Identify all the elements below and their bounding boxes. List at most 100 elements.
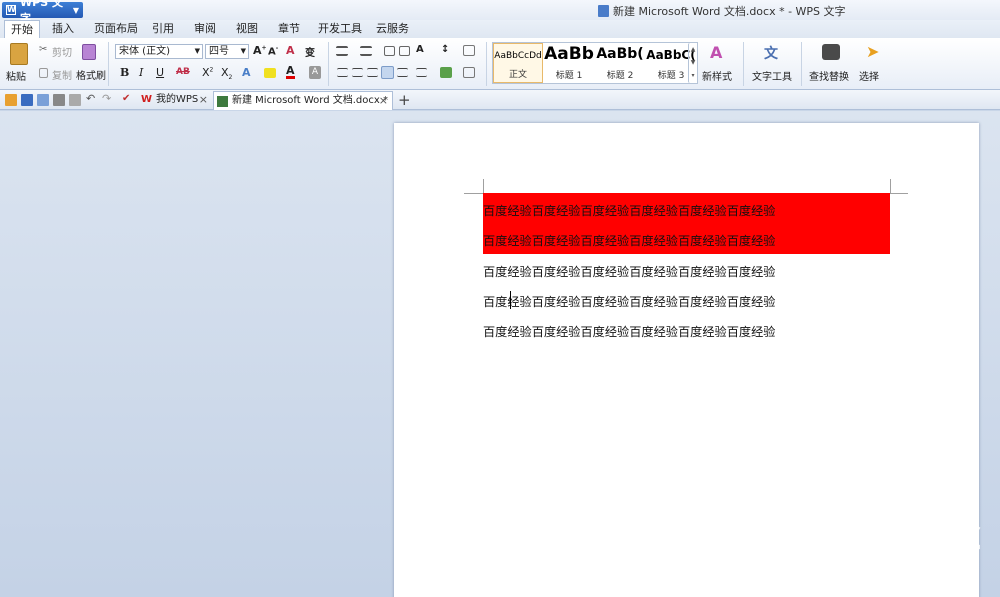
tab-review[interactable]: 审阅 bbox=[188, 20, 222, 38]
quick-access-bar: ↶ ↷ ✔ W 我的WPS × 新建 Microsoft Word 文档.doc… bbox=[0, 90, 1000, 110]
text-cursor bbox=[510, 291, 511, 309]
tab-cloud[interactable]: 云服务 bbox=[370, 20, 415, 38]
format-painter-button[interactable]: 格式刷 bbox=[76, 67, 106, 82]
style-sample: AaBb( bbox=[596, 46, 644, 62]
font-name-value: 宋体 (正文) bbox=[119, 46, 170, 57]
phonetic-icon[interactable]: 变 bbox=[305, 44, 315, 59]
paragraph-line-3[interactable]: 百度经验百度经验百度经验百度经验百度经验百度经验 bbox=[483, 262, 776, 280]
tab-my-wps[interactable]: W 我的WPS × bbox=[138, 91, 212, 110]
new-style-button[interactable]: 新样式 bbox=[702, 68, 732, 83]
close-icon[interactable]: × bbox=[199, 91, 208, 109]
strikethrough-icon[interactable]: AB bbox=[176, 67, 190, 77]
format-painter-icon[interactable] bbox=[82, 44, 96, 60]
margin-marker bbox=[464, 193, 483, 194]
underline-icon[interactable]: U bbox=[156, 66, 164, 79]
open-folder-icon[interactable] bbox=[5, 94, 17, 106]
text-tools-icon[interactable]: 文 bbox=[764, 43, 778, 63]
style-heading-2[interactable]: AaBb( 标题 2 bbox=[595, 43, 645, 83]
tab-chapter[interactable]: 章节 bbox=[272, 20, 306, 38]
binoculars-icon[interactable] bbox=[822, 44, 840, 60]
increase-indent-icon[interactable] bbox=[399, 46, 410, 56]
style-name: 标题 1 bbox=[555, 71, 583, 81]
window-title-text: 新建 Microsoft Word 文档.docx * - WPS 文字 bbox=[613, 5, 846, 18]
paragraph-shading-icon[interactable] bbox=[440, 67, 452, 78]
tab-page-layout[interactable]: 页面布局 bbox=[88, 20, 144, 38]
subscript-icon[interactable]: X2 bbox=[221, 66, 232, 81]
tab-developer[interactable]: 开发工具 bbox=[312, 20, 368, 38]
title-bar: W WPS 文字 ▼ 新建 Microsoft Word 文档.docx * -… bbox=[0, 0, 1000, 25]
tab-home[interactable]: 开始 bbox=[4, 20, 40, 39]
watermark-brand: Bai du 经验 bbox=[768, 507, 982, 597]
bold-icon[interactable]: B bbox=[120, 66, 129, 79]
cursor-arrow-icon[interactable]: ➤ bbox=[866, 42, 879, 61]
shrink-font-icon[interactable]: A- bbox=[268, 45, 278, 57]
cut-button[interactable]: 剪切 bbox=[52, 44, 72, 59]
save-icon[interactable] bbox=[21, 94, 33, 106]
font-color-icon[interactable]: A bbox=[286, 65, 295, 79]
align-justify-icon[interactable] bbox=[381, 66, 394, 79]
paragraph-line-5[interactable]: 百度经验百度经验百度经验百度经验百度经验百度经验 bbox=[483, 322, 776, 340]
baidu-watermark: Bai du 经验 jingyan.baidu.com bbox=[760, 488, 1000, 597]
export-icon[interactable] bbox=[37, 94, 49, 106]
close-icon[interactable]: × bbox=[379, 92, 388, 110]
style-normal[interactable]: AaBbCcDd 正文 bbox=[493, 43, 543, 83]
style-heading-1[interactable]: AaBb 标题 1 bbox=[544, 43, 594, 83]
align-right-icon[interactable] bbox=[367, 68, 378, 77]
print-preview-icon[interactable] bbox=[69, 94, 81, 106]
sort-icon[interactable]: ↕ bbox=[441, 44, 449, 55]
distribute-icon[interactable] bbox=[397, 68, 408, 77]
grow-font-icon[interactable]: A+ bbox=[253, 44, 267, 57]
char-scale-icon[interactable]: A bbox=[416, 44, 424, 55]
redo-icon[interactable]: ↷ bbox=[102, 93, 114, 106]
bullet-list-icon[interactable] bbox=[336, 46, 348, 56]
font-size-select[interactable]: 四号 ▼ bbox=[205, 44, 249, 59]
paste-button[interactable]: 粘贴 bbox=[6, 68, 26, 83]
highlight-pen-icon[interactable] bbox=[264, 68, 276, 78]
document-icon bbox=[598, 5, 609, 17]
italic-icon[interactable]: I bbox=[139, 66, 143, 79]
select-button[interactable]: 选择 bbox=[859, 68, 879, 83]
new-style-icon[interactable]: A bbox=[710, 43, 722, 62]
borders-icon[interactable] bbox=[463, 67, 475, 78]
superscript-icon[interactable]: X2 bbox=[202, 66, 213, 79]
customize-icon[interactable]: ✔ bbox=[122, 94, 134, 106]
style-sample: AaBb bbox=[544, 44, 594, 64]
decrease-indent-icon[interactable] bbox=[384, 46, 395, 56]
app-menu-button[interactable]: W WPS 文字 ▼ bbox=[2, 0, 83, 25]
tab-view[interactable]: 视图 bbox=[230, 20, 264, 38]
undo-icon[interactable]: ↶ bbox=[86, 93, 98, 106]
table-grid-icon[interactable] bbox=[463, 45, 475, 56]
find-replace-button[interactable]: 查找替换 bbox=[809, 68, 849, 83]
scissors-icon: ✂ bbox=[39, 44, 48, 55]
paragraph-line-1[interactable]: 百度经验百度经验百度经验百度经验百度经验百度经验 bbox=[483, 201, 776, 219]
tab-document[interactable]: 新建 Microsoft Word 文档.docx * × bbox=[213, 91, 393, 110]
style-sample: AaBbCcDd bbox=[494, 51, 542, 61]
tab-label: 我的WPS bbox=[156, 94, 199, 105]
style-gallery: AaBbCcDd 正文 AaBb 标题 1 AaBb( 标题 2 AaBbC( … bbox=[492, 42, 698, 84]
tab-references[interactable]: 引用 bbox=[146, 20, 180, 38]
document-icon bbox=[217, 96, 228, 107]
paste-icon[interactable] bbox=[10, 43, 28, 65]
clear-format-icon[interactable]: A bbox=[286, 44, 295, 57]
gallery-scroll-icon[interactable]: ▲ ▼ ▾ bbox=[688, 43, 697, 83]
text-effect-icon[interactable]: A bbox=[242, 66, 251, 79]
ribbon-toolbar: 粘贴 ✂ 剪切 复制 格式刷 宋体 (正文) ▼ 四号 ▼ A+ A- A 变 … bbox=[0, 38, 1000, 90]
char-shading-icon[interactable]: A bbox=[309, 66, 321, 79]
print-icon[interactable] bbox=[53, 94, 65, 106]
font-name-select[interactable]: 宋体 (正文) ▼ bbox=[115, 44, 203, 59]
chevron-down-icon: ▼ bbox=[72, 5, 79, 15]
ribbon-separator bbox=[743, 42, 744, 86]
align-left-icon[interactable] bbox=[337, 68, 348, 77]
chevron-down-icon: ▼ bbox=[240, 47, 246, 55]
text-tools-button[interactable]: 文字工具 bbox=[752, 68, 792, 83]
line-spacing-icon[interactable] bbox=[416, 68, 427, 77]
ribbon-separator bbox=[328, 42, 329, 86]
align-center-icon[interactable] bbox=[352, 68, 363, 77]
paragraph-line-4[interactable]: 百度经验百度经验百度经验百度经验百度经验百度经验 bbox=[483, 292, 776, 310]
wps-logo-icon: W bbox=[6, 5, 16, 15]
tab-insert[interactable]: 插入 bbox=[46, 20, 80, 38]
add-tab-button[interactable]: + bbox=[398, 91, 411, 109]
copy-button[interactable]: 复制 bbox=[52, 67, 72, 82]
numbered-list-icon[interactable] bbox=[360, 46, 372, 56]
paragraph-line-2[interactable]: 百度经验百度经验百度经验百度经验百度经验百度经验 bbox=[483, 231, 776, 249]
